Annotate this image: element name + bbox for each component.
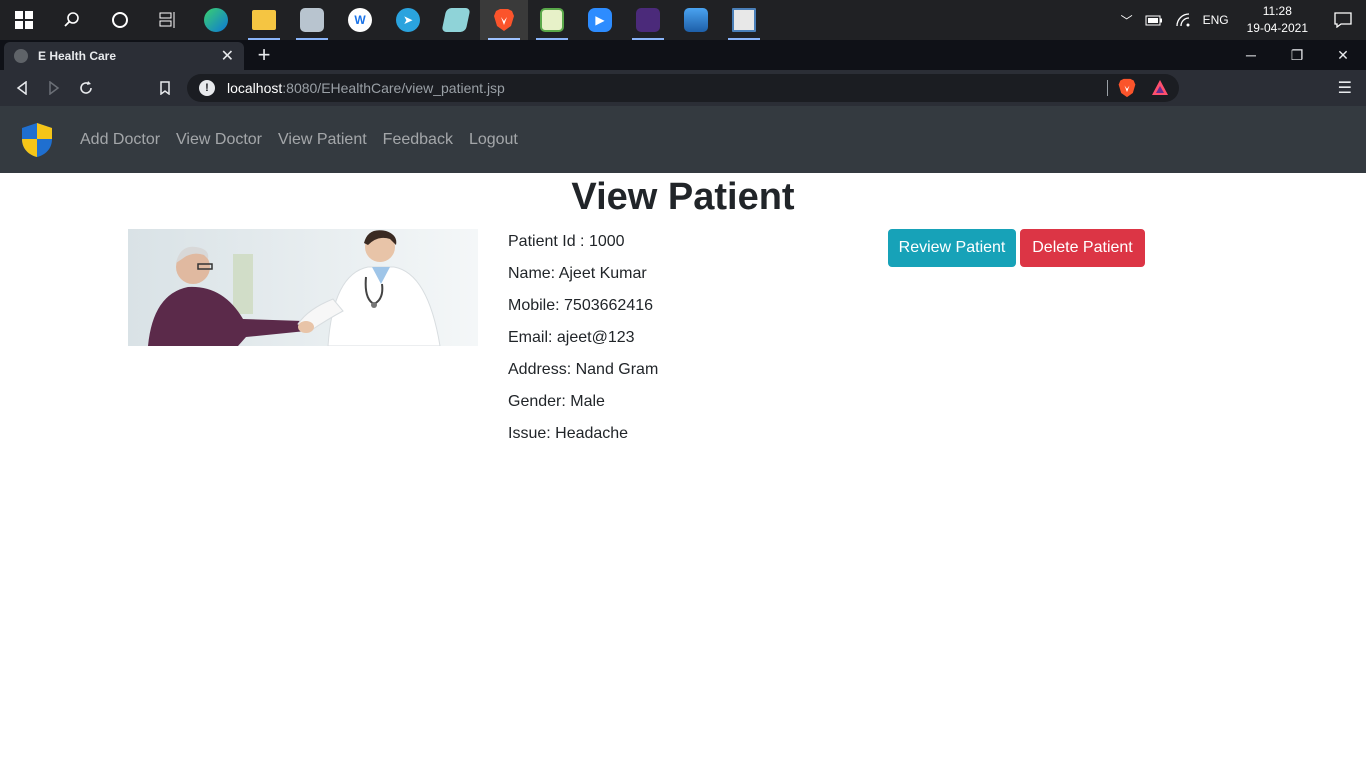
nav-feedback[interactable]: Feedback (383, 131, 453, 149)
plus-icon: + (257, 42, 271, 67)
window-app-icon (732, 8, 756, 32)
brave-shields-icon[interactable] (1117, 78, 1137, 98)
window-app-button[interactable] (720, 0, 768, 40)
url-separator (1107, 80, 1108, 96)
patient-name: Name: Ajeet Kumar (508, 265, 647, 282)
back-button[interactable] (10, 76, 34, 100)
telegram-icon: ➤ (396, 8, 420, 32)
close-icon: ✕ (1337, 46, 1349, 63)
photos-button[interactable] (672, 0, 720, 40)
spreadsheet-icon (540, 8, 564, 32)
menu-button[interactable]: ☰ (1338, 78, 1352, 98)
bookmark-button[interactable] (153, 76, 177, 100)
clock-date: 19-04-2021 (1246, 21, 1308, 35)
network-monitor-button[interactable] (288, 0, 336, 40)
bookmark-icon (160, 81, 170, 95)
window-controls: ─ ❐ ✕ (1228, 40, 1366, 70)
restore-button[interactable]: ❐ (1274, 40, 1320, 70)
cortana-button[interactable] (96, 0, 144, 40)
clock[interactable]: 11:28 19-04-2021 (1235, 3, 1320, 37)
windows-logo-icon (15, 11, 33, 29)
task-view-button[interactable] (144, 0, 192, 40)
spreadsheet-button[interactable] (528, 0, 576, 40)
nav-view-doctor[interactable]: View Doctor (176, 131, 262, 149)
notes-button[interactable] (432, 0, 480, 40)
close-icon[interactable]: ✕ (221, 46, 234, 66)
review-patient-button[interactable]: Review Patient (888, 229, 1016, 267)
patient-email: Email: ajeet@123 (508, 329, 635, 346)
minimize-icon: ─ (1246, 47, 1256, 63)
brave-button[interactable] (480, 0, 528, 40)
edge-button[interactable] (192, 0, 240, 40)
clock-time: 11:28 (1262, 4, 1292, 18)
windows-taskbar: W ➤ ▶ ﹀ ENG 11:28 19-04-2021 (0, 0, 1366, 40)
info-icon[interactable]: ! (199, 80, 215, 96)
tab-title: E Health Care (38, 49, 117, 63)
search-icon (64, 12, 79, 27)
battery-icon (1145, 15, 1162, 26)
url-path: :8080/EHealthCare/view_patient.jsp (282, 80, 505, 96)
game-icon (636, 8, 660, 32)
delete-patient-button[interactable]: Delete Patient (1020, 229, 1145, 267)
start-button[interactable] (0, 0, 48, 40)
zoom-button[interactable]: ▶ (576, 0, 624, 40)
edge-icon (204, 8, 228, 32)
browser-tab-strip: E Health Care ✕ + ─ ❐ ✕ (0, 40, 1366, 70)
notes-icon (441, 8, 471, 32)
nav-logout[interactable]: Logout (469, 131, 518, 149)
file-explorer-icon (252, 10, 276, 30)
system-tray: ﹀ ENG 11:28 19-04-2021 (1115, 0, 1366, 40)
hamburger-menu-icon: ☰ (1337, 80, 1352, 97)
game-button[interactable] (624, 0, 672, 40)
close-window-button[interactable]: ✕ (1320, 40, 1366, 70)
patient-address: Address: Nand Gram (508, 361, 659, 378)
patient-details: Patient Id : 1000 Name: Ajeet Kumar Mobi… (508, 232, 658, 456)
patient-issue: Issue: Headache (508, 425, 629, 442)
browser-tab[interactable]: E Health Care ✕ (4, 42, 244, 70)
shield-logo-icon[interactable] (20, 122, 54, 158)
forward-icon (49, 81, 60, 95)
patient-photo (128, 229, 478, 346)
task-view-icon (159, 12, 175, 28)
address-bar[interactable]: ! localhost:8080/EHealthCare/view_patien… (187, 74, 1179, 102)
nav-view-patient[interactable]: View Patient (278, 131, 367, 149)
notifications-button[interactable] (1320, 0, 1366, 40)
language-indicator[interactable]: ENG (1197, 0, 1235, 40)
brave-icon (494, 9, 514, 31)
patient-gender: Gender: Male (508, 393, 605, 410)
search-button[interactable] (48, 0, 96, 40)
wifi-button[interactable] (1169, 0, 1197, 40)
zoom-icon: ▶ (588, 8, 612, 32)
new-tab-button[interactable]: + (252, 44, 276, 68)
back-icon (16, 81, 27, 95)
url-host: localhost (227, 80, 283, 96)
network-monitor-icon (300, 8, 324, 32)
photos-icon (684, 8, 708, 32)
reload-icon (80, 81, 92, 94)
patient-mobile: Mobile: 7503662416 (508, 297, 654, 314)
site-navbar: Add Doctor View Doctor View Patient Feed… (0, 106, 1366, 173)
minimize-button[interactable]: ─ (1228, 40, 1274, 70)
file-explorer-button[interactable] (240, 0, 288, 40)
app-w-icon: W (348, 8, 372, 32)
tray-overflow-button[interactable]: ﹀ (1115, 0, 1139, 40)
notification-icon (1334, 12, 1352, 28)
forward-button[interactable] (42, 76, 66, 100)
app-w-button[interactable]: W (336, 0, 384, 40)
chevron-up-icon: ﹀ (1120, 13, 1133, 28)
page-title: View Patient (571, 176, 795, 218)
browser-toolbar: ! localhost:8080/EHealthCare/view_patien… (0, 70, 1366, 106)
restore-icon: ❐ (1290, 46, 1304, 63)
patient-id: Patient Id : 1000 (508, 233, 625, 250)
cortana-icon (112, 12, 128, 28)
nav-add-doctor[interactable]: Add Doctor (80, 131, 160, 149)
reload-button[interactable] (74, 76, 98, 100)
globe-icon (14, 49, 28, 63)
telegram-button[interactable]: ➤ (384, 0, 432, 40)
wifi-icon (1175, 13, 1190, 27)
battery-button[interactable] (1139, 0, 1169, 40)
brave-rewards-icon[interactable] (1151, 79, 1169, 97)
